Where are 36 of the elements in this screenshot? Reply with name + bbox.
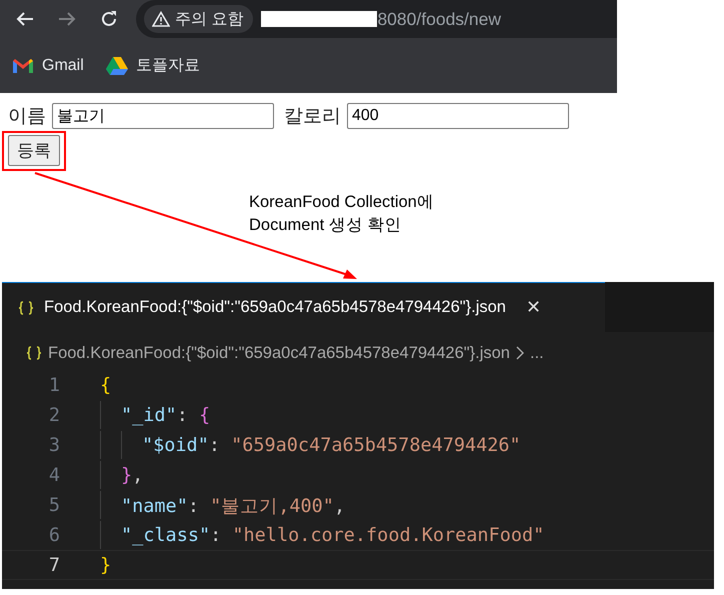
line-number: 2 (48, 404, 61, 426)
bookmark-link[interactable]: Gmail (42, 56, 84, 74)
url-text[interactable]: 8080/foods/new (377, 8, 502, 30)
text-input[interactable]: 400 (347, 103, 569, 129)
code-line: "_id": { (121, 404, 210, 426)
back-arrow-icon[interactable] (16, 11, 34, 27)
reload-icon[interactable] (100, 10, 118, 28)
drive-icon (106, 56, 128, 75)
line-number: 3 (48, 434, 61, 456)
code-line: "_class": "hello.core.food.KoreanFood" (121, 524, 544, 546)
code-line: "$oid": "659a0c47a65b4578e4794426" (142, 434, 521, 456)
warning-icon (152, 11, 170, 27)
field-label: 칼로리 (284, 105, 341, 129)
code-line: { (100, 374, 112, 396)
breadcrumb-more[interactable]: ... (530, 344, 544, 362)
line-number: 7 (48, 554, 61, 576)
code-line: "name": "불고기,400", (121, 494, 346, 518)
annotation-text: KoreanFood Collection에 Document 생성 확인 (249, 192, 435, 236)
mail-icon (12, 57, 34, 74)
bookmark-link[interactable]: 토플자료 (136, 55, 200, 76)
code-line: }, (121, 464, 144, 486)
line-number: 1 (48, 374, 61, 396)
submit-button[interactable]: 등록 (8, 135, 60, 166)
line-number: 5 (48, 494, 61, 516)
editor-tab[interactable]: Food.KoreanFood:{"$oid":"659a0c47a65b4578e4794426"}.json ✕ (2, 282, 605, 332)
json-braces-icon (26, 345, 42, 361)
field-label: 이름 (8, 105, 46, 129)
breadcrumb-item[interactable]: Food.KoreanFood:{"$oid":"659a0c47a65b4578e4794426"}.json (48, 344, 510, 362)
forward-arrow-icon[interactable] (58, 11, 76, 27)
line-number: 6 (48, 524, 61, 546)
security-chip[interactable]: 주의 요함 (144, 5, 254, 33)
text-input[interactable]: 불고기 (52, 103, 274, 129)
chevron-icon (516, 346, 524, 360)
json-braces-icon (18, 300, 34, 316)
code-line: } (100, 554, 112, 576)
line-number: 4 (48, 464, 61, 486)
